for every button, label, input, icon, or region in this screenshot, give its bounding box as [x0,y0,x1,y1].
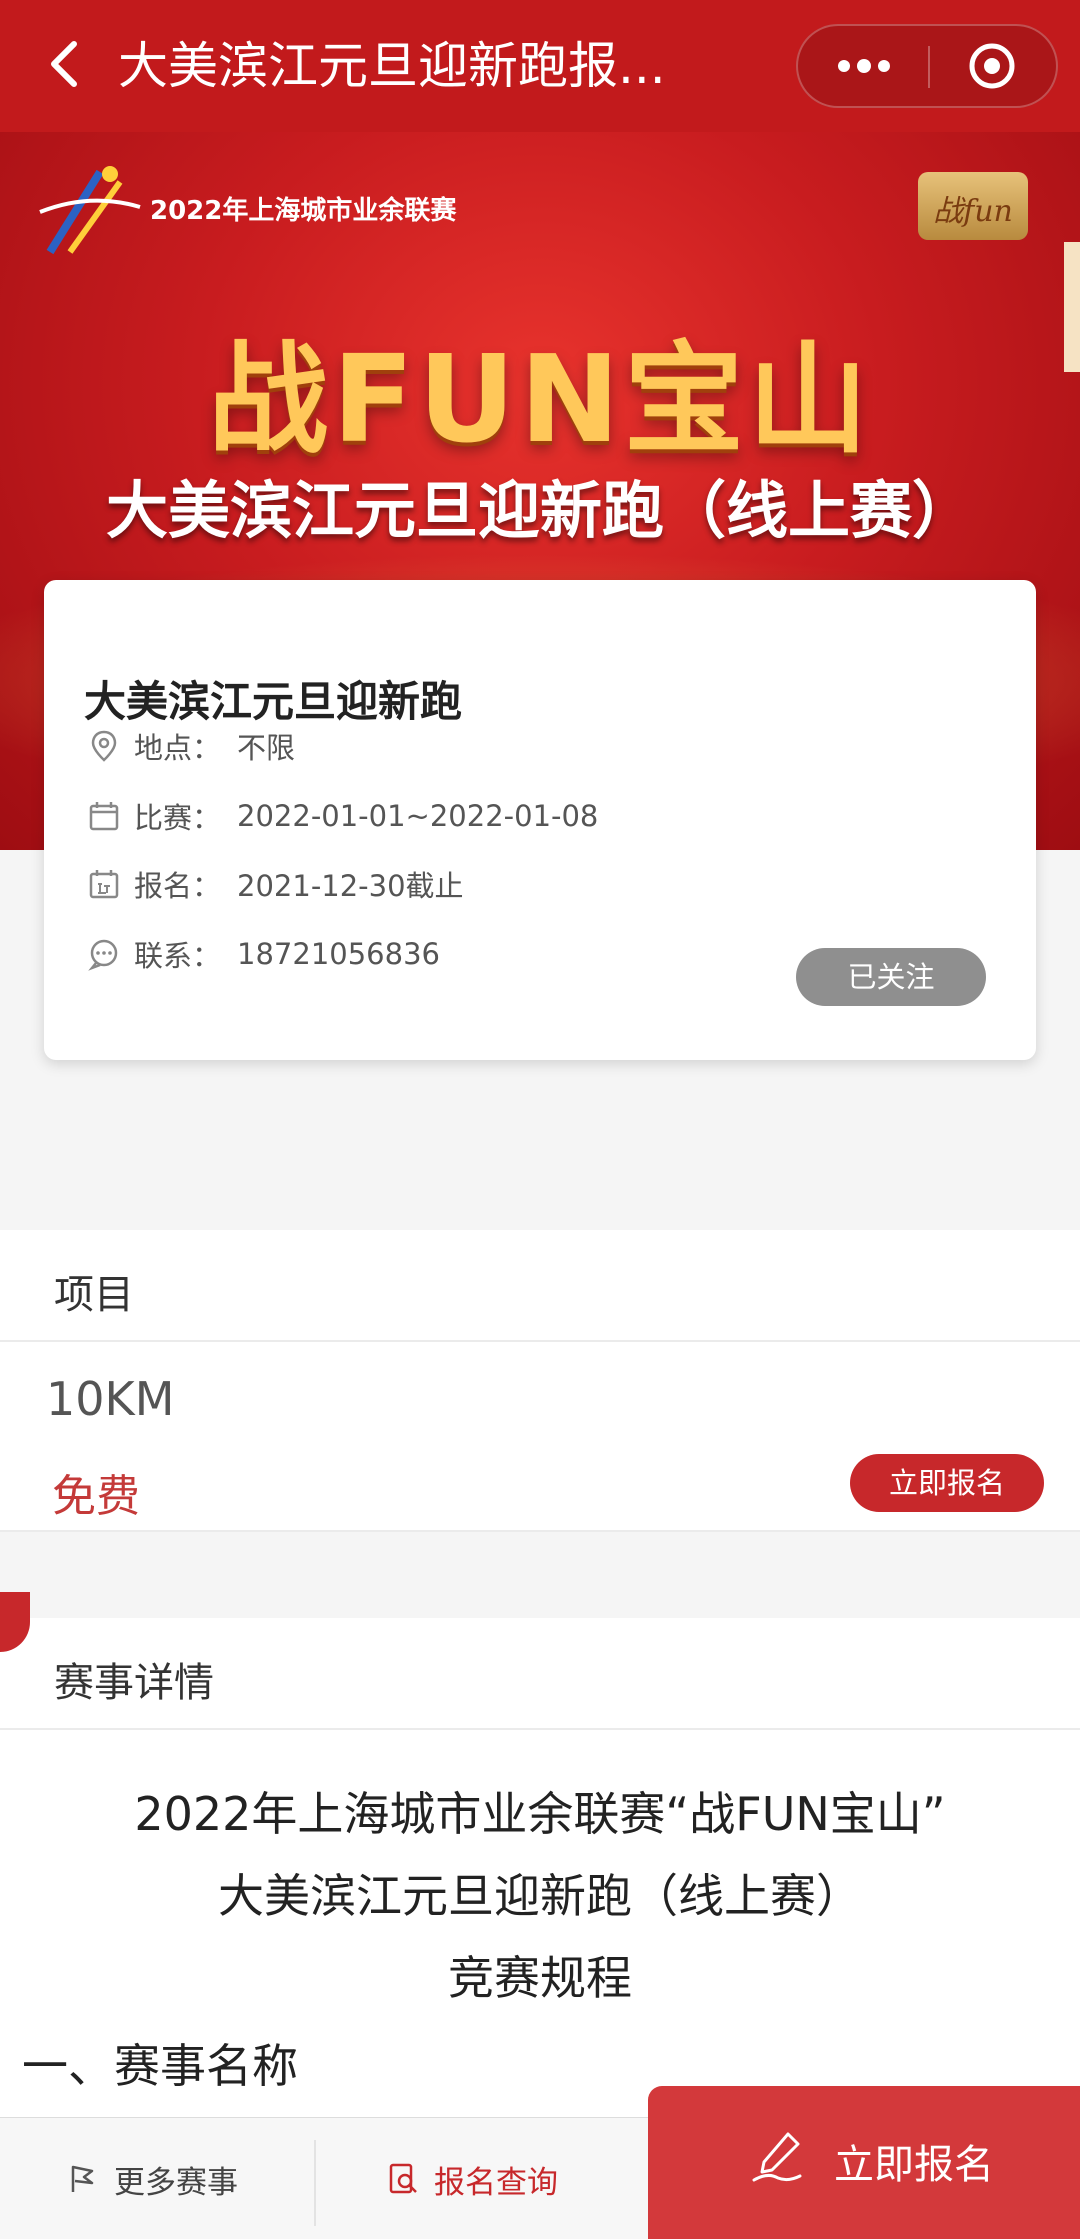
page-title: 大美滨江元旦迎新跑报... [118,37,666,95]
signup-query-label: 报名查询 [434,2164,558,2201]
document-search-icon [386,2162,420,2196]
location-value: 不限 [237,731,296,765]
signup-now-button[interactable]: 立即报名 [850,1454,1044,1512]
event-info-card: 大美滨江元旦迎新跑 地点： 不限 比赛： 2022-01-01~2022-01-… [44,580,1036,1060]
signup-now-main-label: 立即报名 [834,2142,994,2188]
location-row: 地点： 不限 [86,724,295,768]
shanghai-games-logo-icon [30,152,150,272]
signup-query-button[interactable]: 报名查询 [386,2118,558,2239]
contact-phone[interactable]: 18721056836 [237,937,440,971]
event-title: 大美滨江元旦迎新跑 [84,677,463,726]
more-events-label: 更多赛事 [114,2164,238,2201]
calendar-deadline-icon [86,866,122,902]
calendar-icon [86,798,122,834]
race-label: 比赛： [134,801,222,835]
details-line-2: 大美滨江元旦迎新跑（线上赛） [218,1869,862,1923]
navigation-bar: 大美滨江元旦迎新跑报... [0,0,1080,132]
banner-main-title: 战FUN宝山 [208,331,872,470]
bottom-divider [314,2140,316,2226]
more-events-button[interactable]: 更多赛事 [66,2118,238,2239]
ellipsis-icon[interactable] [798,26,928,106]
details-line-3: 竞赛规程 [448,1951,632,2005]
race-date-value: 2022-01-01~2022-01-08 [237,799,599,833]
event-details-header: 赛事详情 [0,1618,1080,1730]
signup-deadline-value: 2021-12-30截止 [237,869,464,903]
signup-label: 报名： [134,869,222,903]
mini-program-capsule [796,24,1058,108]
race-date-row: 比赛： 2022-01-01~2022-01-08 [86,794,598,838]
details-line-1: 2022年上海城市业余联赛“战FUN宝山” [134,1787,946,1841]
back-arrow-icon[interactable] [36,34,96,94]
signup-now-main-button[interactable]: 立即报名 [648,2086,1080,2239]
flag-icon [66,2162,100,2196]
section-title-event-name: 一、赛事名称 [22,2039,298,2093]
project-price: 免费 [52,1471,140,1522]
pen-writing-icon [748,2126,808,2186]
contact-row: 联系： 18721056836 [86,932,440,976]
project-section-header: 项目 [0,1230,1080,1342]
target-circle-icon[interactable] [930,26,1060,106]
banner-subtitle: 大美滨江元旦迎新跑（线上赛） [105,474,974,547]
follow-button[interactable]: 已关注 [796,948,986,1006]
chat-bubble-icon [86,936,122,972]
project-header-label: 项目 [54,1272,134,1318]
signup-deadline-row: 报名： 2021-12-30截止 [86,862,464,906]
project-item: 10KM 免费 立即报名 [0,1342,1080,1532]
location-pin-icon [86,728,122,764]
location-label: 地点： [134,731,222,765]
league-name: 2022年上海城市业余联赛 [150,196,457,226]
project-name: 10KM [46,1372,175,1426]
details-header-label: 赛事详情 [54,1660,214,1706]
fun-badge: 战fun [918,172,1028,240]
contact-label: 联系： [134,939,222,973]
badge-text: 战fun [933,194,1013,229]
